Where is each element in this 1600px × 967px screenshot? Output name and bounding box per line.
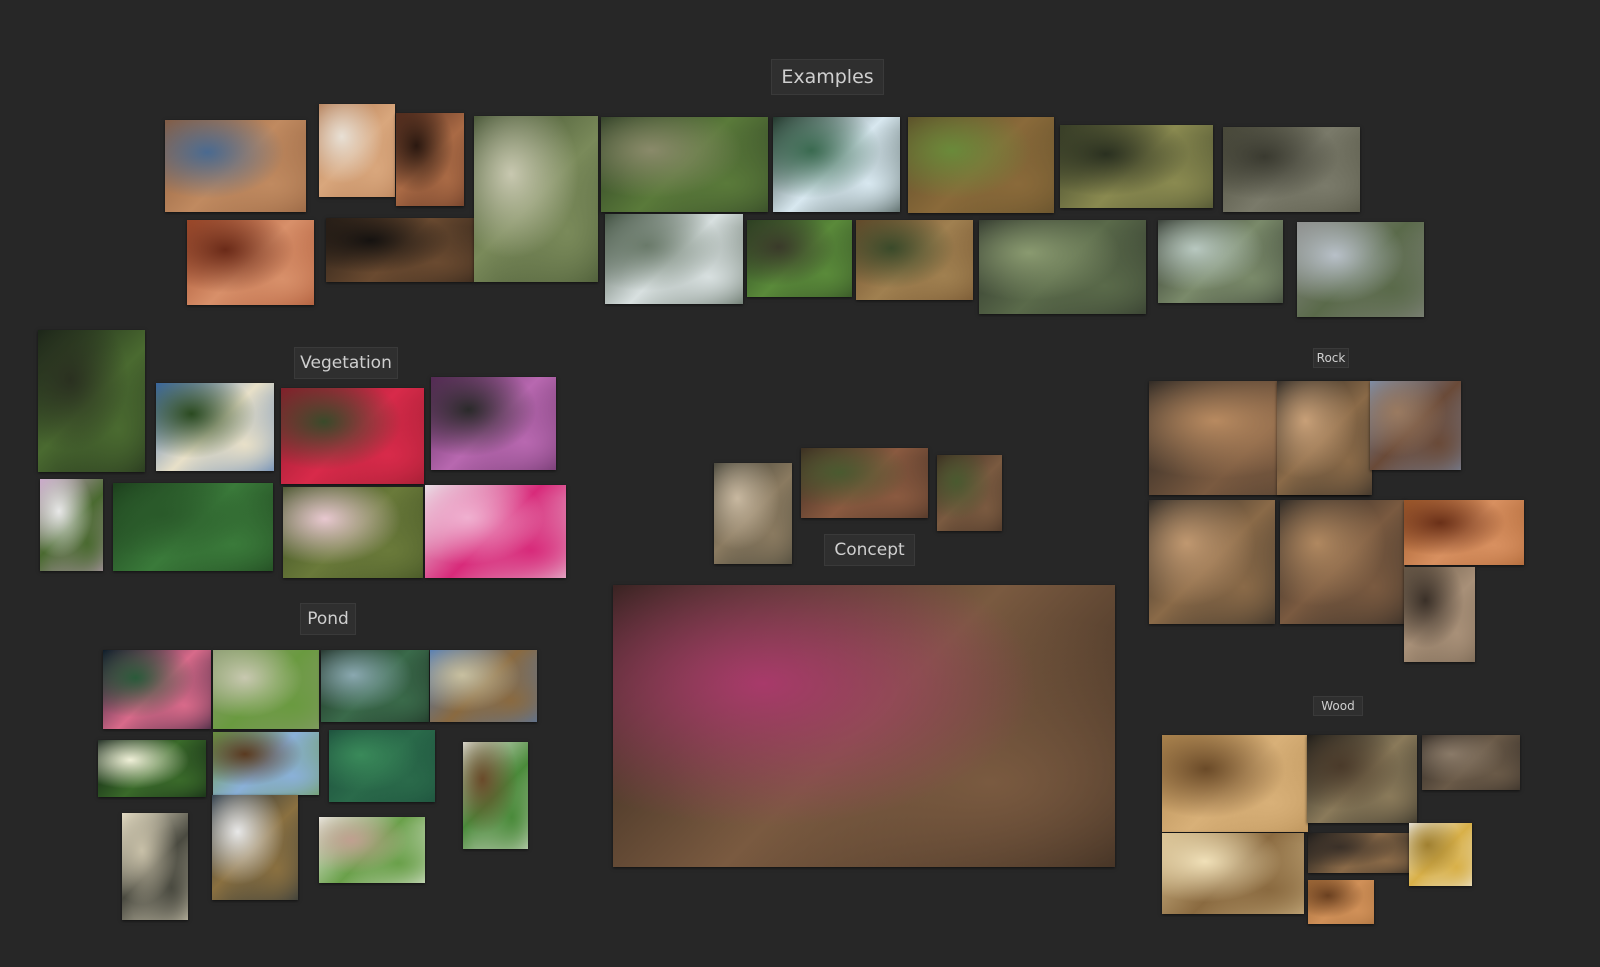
reference-image-concept-concept-main-temple[interactable] — [613, 585, 1115, 867]
reference-image-vegetation-pink-flower-white[interactable] — [425, 485, 566, 578]
group-label-pond[interactable]: Pond — [300, 603, 356, 635]
reference-image-concept-concept-doorway[interactable] — [937, 455, 1002, 531]
reference-image-vegetation-red-bougainvillea[interactable] — [281, 388, 424, 484]
reference-image-examples-petra-interior-dark[interactable] — [326, 218, 474, 282]
reference-image-examples-tree-over-ruins[interactable] — [1158, 220, 1283, 303]
group-label-wood[interactable]: Wood — [1313, 696, 1363, 716]
group-label-concept[interactable]: Concept — [824, 534, 915, 566]
reference-image-examples-jungle-waterfall[interactable] — [773, 117, 900, 212]
reference-image-vegetation-potted-bonsai[interactable] — [40, 479, 103, 571]
group-label-vegetation[interactable]: Vegetation — [294, 347, 398, 379]
reference-image-wood-bamboo-bundle[interactable] — [1409, 823, 1472, 886]
reference-image-wood-bamboo-mat[interactable] — [1308, 880, 1374, 924]
reference-image-concept-concept-arches[interactable] — [801, 448, 928, 518]
reference-image-pond-greenhouse-pond[interactable] — [321, 650, 429, 722]
reference-image-wood-wood-planks-dark[interactable] — [1422, 735, 1520, 790]
reference-image-examples-ruin-arch-water[interactable] — [979, 220, 1146, 314]
reference-image-vegetation-petals-on-grass[interactable] — [283, 487, 423, 578]
reference-image-examples-jungle-ruin-stairs[interactable] — [601, 117, 768, 212]
group-label-rock[interactable]: Rock — [1313, 348, 1349, 368]
reference-image-examples-petra-treasury-facade[interactable] — [319, 104, 395, 197]
reference-image-examples-jungle-structure[interactable] — [747, 220, 852, 297]
reference-image-examples-petra-treasury-dark[interactable] — [396, 113, 464, 206]
reference-image-rock-rock-sphere-3[interactable] — [1280, 500, 1405, 624]
reference-image-wood-bamboo-lattice[interactable] — [1162, 833, 1304, 914]
reference-image-examples-jungle-stone-tower[interactable] — [474, 116, 598, 282]
reference-image-rock-rock-sphere-2[interactable] — [1149, 500, 1275, 624]
reference-image-vegetation-pampas-grass[interactable] — [156, 383, 274, 471]
reference-image-examples-waterfall-steps[interactable] — [605, 214, 743, 304]
reference-image-rock-rock-sphere-blue[interactable] — [1370, 381, 1461, 470]
reference-image-pond-reed-stems-white[interactable] — [319, 817, 425, 883]
reference-image-pond-white-flower-dark-water[interactable] — [212, 795, 298, 900]
reference-image-rock-rock-column[interactable] — [1277, 381, 1372, 495]
reference-image-pond-botanical-sketch[interactable] — [122, 813, 188, 920]
reference-image-rock-rock-strata-orange[interactable] — [1404, 500, 1524, 565]
reference-image-pond-lily-pad-cluster[interactable] — [329, 730, 435, 802]
reference-image-vegetation-ivy-wall[interactable] — [113, 483, 273, 571]
reference-image-examples-tree-root-temple[interactable] — [908, 117, 1054, 213]
reference-image-rock-rock-crevice[interactable] — [1404, 567, 1475, 662]
reference-image-examples-ruined-church[interactable] — [1297, 222, 1424, 317]
reference-image-wood-bamboo-sticks-dark[interactable] — [1308, 833, 1412, 873]
reference-image-pond-reed-closeup[interactable] — [213, 650, 319, 729]
reference-image-wood-bamboo-poles-dark[interactable] — [1307, 735, 1417, 823]
group-label-examples[interactable]: Examples — [771, 59, 884, 95]
reference-image-vegetation-ivy-trellis[interactable] — [38, 330, 145, 472]
moodboard-canvas[interactable]: Examples Vegetation Rock Concept Pond Wo… — [0, 0, 1600, 967]
reference-image-pond-pink-water-lily[interactable] — [103, 650, 211, 729]
reference-image-examples-stone-wall-temple[interactable] — [1223, 127, 1360, 212]
reference-image-pond-cattail-illustration[interactable] — [463, 742, 528, 849]
reference-image-examples-overgrown-ruins-light[interactable] — [1060, 125, 1213, 208]
reference-image-wood-bamboo-diagonal[interactable] — [1162, 735, 1308, 832]
reference-image-pond-cattails-blue[interactable] — [430, 650, 537, 722]
reference-image-pond-cattails-field[interactable] — [213, 732, 319, 795]
reference-image-pond-white-lily-pads[interactable] — [98, 740, 206, 797]
reference-image-examples-wooden-pavilion[interactable] — [856, 220, 973, 300]
reference-image-vegetation-purple-bougainvillea[interactable] — [431, 377, 556, 470]
reference-image-concept-concept-ruin-left[interactable] — [714, 463, 792, 564]
reference-image-examples-petra-treasury-canyon[interactable] — [165, 120, 306, 212]
reference-image-examples-petra-facade-closeup[interactable] — [187, 220, 314, 305]
